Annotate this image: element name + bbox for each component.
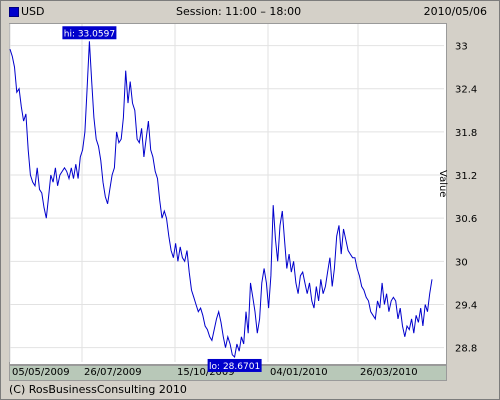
- y-tick-label: 28.8: [455, 344, 477, 355]
- x-tick-label: 26/03/2010: [360, 367, 418, 378]
- x-tick-label: 05/05/2009: [12, 367, 70, 378]
- hi-label: hi: 33.0597: [64, 29, 115, 39]
- x-tick-label: 04/01/2010: [270, 367, 328, 378]
- y-tick-label: 30: [455, 257, 468, 268]
- x-tick-label: 26/07/2009: [84, 367, 142, 378]
- y-tick-label: 31.2: [455, 171, 477, 182]
- line-chart: 33 32.4 31.8 31.2 30.6 30 29.4 28.8 05/05/2009 26…: [9, 24, 477, 378]
- chart-window: USD Session: 11:00 – 18:00 2010/05/06 33…: [0, 0, 500, 400]
- y-tick-label: 33: [455, 42, 468, 53]
- copyright-label: (C) RosBusinessConsulting 2010: [9, 383, 187, 396]
- y-tick-label: 31.8: [455, 128, 477, 139]
- lo-label: lo: 28.6701: [209, 362, 260, 372]
- y-tick-label: 29.4: [455, 300, 477, 311]
- y-tick-label: 30.6: [455, 214, 477, 225]
- y-tick-label: 32.4: [455, 85, 477, 96]
- y-axis-label: Value: [437, 170, 448, 197]
